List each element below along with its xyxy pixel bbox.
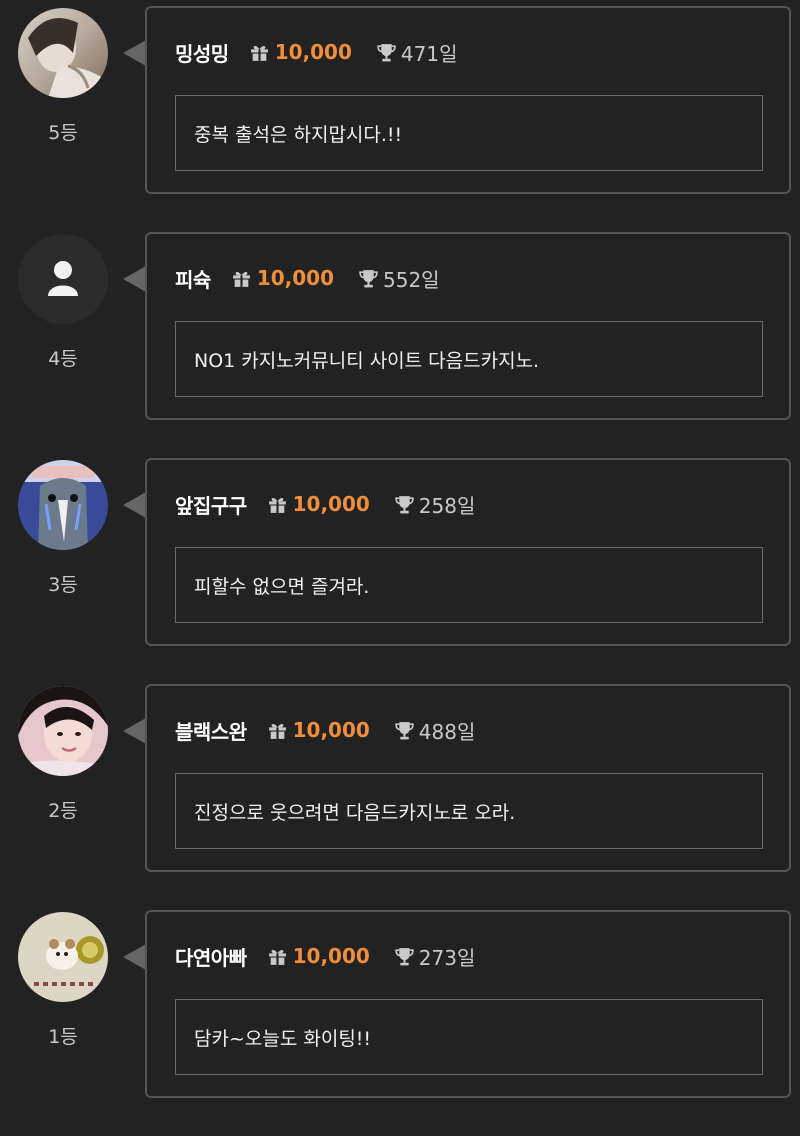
attendance-days: 552일 — [383, 267, 440, 292]
comment-text: 진정으로 웃으려면 다음드카지노로 오라. — [175, 773, 763, 849]
entry-meta: 앞집구구 10,000 258일 — [175, 486, 769, 522]
attendance-days: 471일 — [400, 41, 458, 66]
entry-meta: 다연아빠 10,000 273일 — [175, 938, 769, 974]
nickname[interactable]: 다연아빠 — [175, 942, 247, 971]
entry-meta: 밍성밍 10,000 471일 — [175, 34, 769, 70]
comment-card: 블랙스완 10,000 488일 진정으로 웃으려면 다음드카지노로 오라. — [145, 684, 791, 872]
trophy-icon — [377, 43, 396, 61]
attendance-entry: 4등 피슉 10,000 552일 NO1 카지노커뮤니티 사이트 다음드카지노… — [0, 232, 800, 458]
points-value: 10,000 — [256, 266, 334, 290]
entry-meta: 피슉 10,000 552일 — [175, 260, 769, 296]
card-pointer — [123, 266, 146, 292]
avatar[interactable] — [18, 234, 108, 324]
attendance-days: 273일 — [418, 945, 476, 970]
rank-label: 5등 — [48, 122, 78, 144]
comment-text: 담카~오늘도 화이팅!! — [175, 999, 763, 1075]
comment-card: 밍성밍 10,000 471일 중복 출석은 하지맙시다.!! — [145, 6, 791, 194]
card-pointer — [123, 944, 146, 970]
gift-icon — [250, 45, 268, 61]
nickname[interactable]: 피슉 — [175, 264, 211, 293]
attendance-entry: 1등 다연아빠 10,000 273일 담카~오늘도 화이팅!! — [0, 910, 800, 1136]
points-value: 10,000 — [274, 40, 352, 64]
avatar[interactable] — [18, 686, 108, 776]
rank-label: 2등 — [48, 800, 78, 822]
avatar[interactable] — [18, 460, 108, 550]
points-value: 10,000 — [292, 718, 370, 742]
points-value: 10,000 — [292, 492, 370, 516]
card-pointer — [123, 492, 146, 518]
attendance-days: 258일 — [418, 493, 476, 518]
card-pointer — [123, 718, 146, 744]
comment-card: 다연아빠 10,000 273일 담카~오늘도 화이팅!! — [145, 910, 791, 1098]
nickname[interactable]: 밍성밍 — [175, 38, 229, 67]
trophy-icon — [359, 269, 378, 287]
comment-text: 중복 출석은 하지맙시다.!! — [175, 95, 763, 171]
attendance-entry: 3등 앞집구구 10,000 258일 피할수 없으면 즐겨라. — [0, 458, 800, 684]
comment-card: 앞집구구 10,000 258일 피할수 없으면 즐겨라. — [145, 458, 791, 646]
trophy-icon — [395, 495, 414, 513]
rank-label: 4등 — [48, 348, 78, 370]
rank-label: 1등 — [48, 1026, 78, 1048]
nickname[interactable]: 블랙스완 — [175, 716, 247, 745]
user-icon — [18, 234, 108, 324]
trophy-icon — [395, 947, 414, 965]
comment-text: NO1 카지노커뮤니티 사이트 다음드카지노. — [175, 321, 763, 397]
comment-card: 피슉 10,000 552일 NO1 카지노커뮤니티 사이트 다음드카지노. — [145, 232, 791, 420]
trophy-icon — [395, 721, 414, 739]
gift-icon — [268, 497, 286, 513]
entry-meta: 블랙스완 10,000 488일 — [175, 712, 769, 748]
card-pointer — [123, 40, 146, 66]
gift-icon — [268, 949, 286, 965]
comment-text: 피할수 없으면 즐겨라. — [175, 547, 763, 623]
points-value: 10,000 — [292, 944, 370, 968]
attendance-entry: 5등 밍성밍 10,000 471일 중복 출석은 하지맙시다.!! — [0, 6, 800, 232]
nickname[interactable]: 앞집구구 — [175, 490, 247, 519]
gift-icon — [232, 271, 250, 287]
attendance-days: 488일 — [418, 719, 476, 744]
attendance-entry: 2등 블랙스완 10,000 488일 진정으로 웃으려면 다음드카지노로 오라… — [0, 684, 800, 910]
rank-label: 3등 — [48, 574, 78, 596]
avatar[interactable] — [18, 912, 108, 1002]
gift-icon — [268, 723, 286, 739]
avatar[interactable] — [18, 8, 108, 98]
